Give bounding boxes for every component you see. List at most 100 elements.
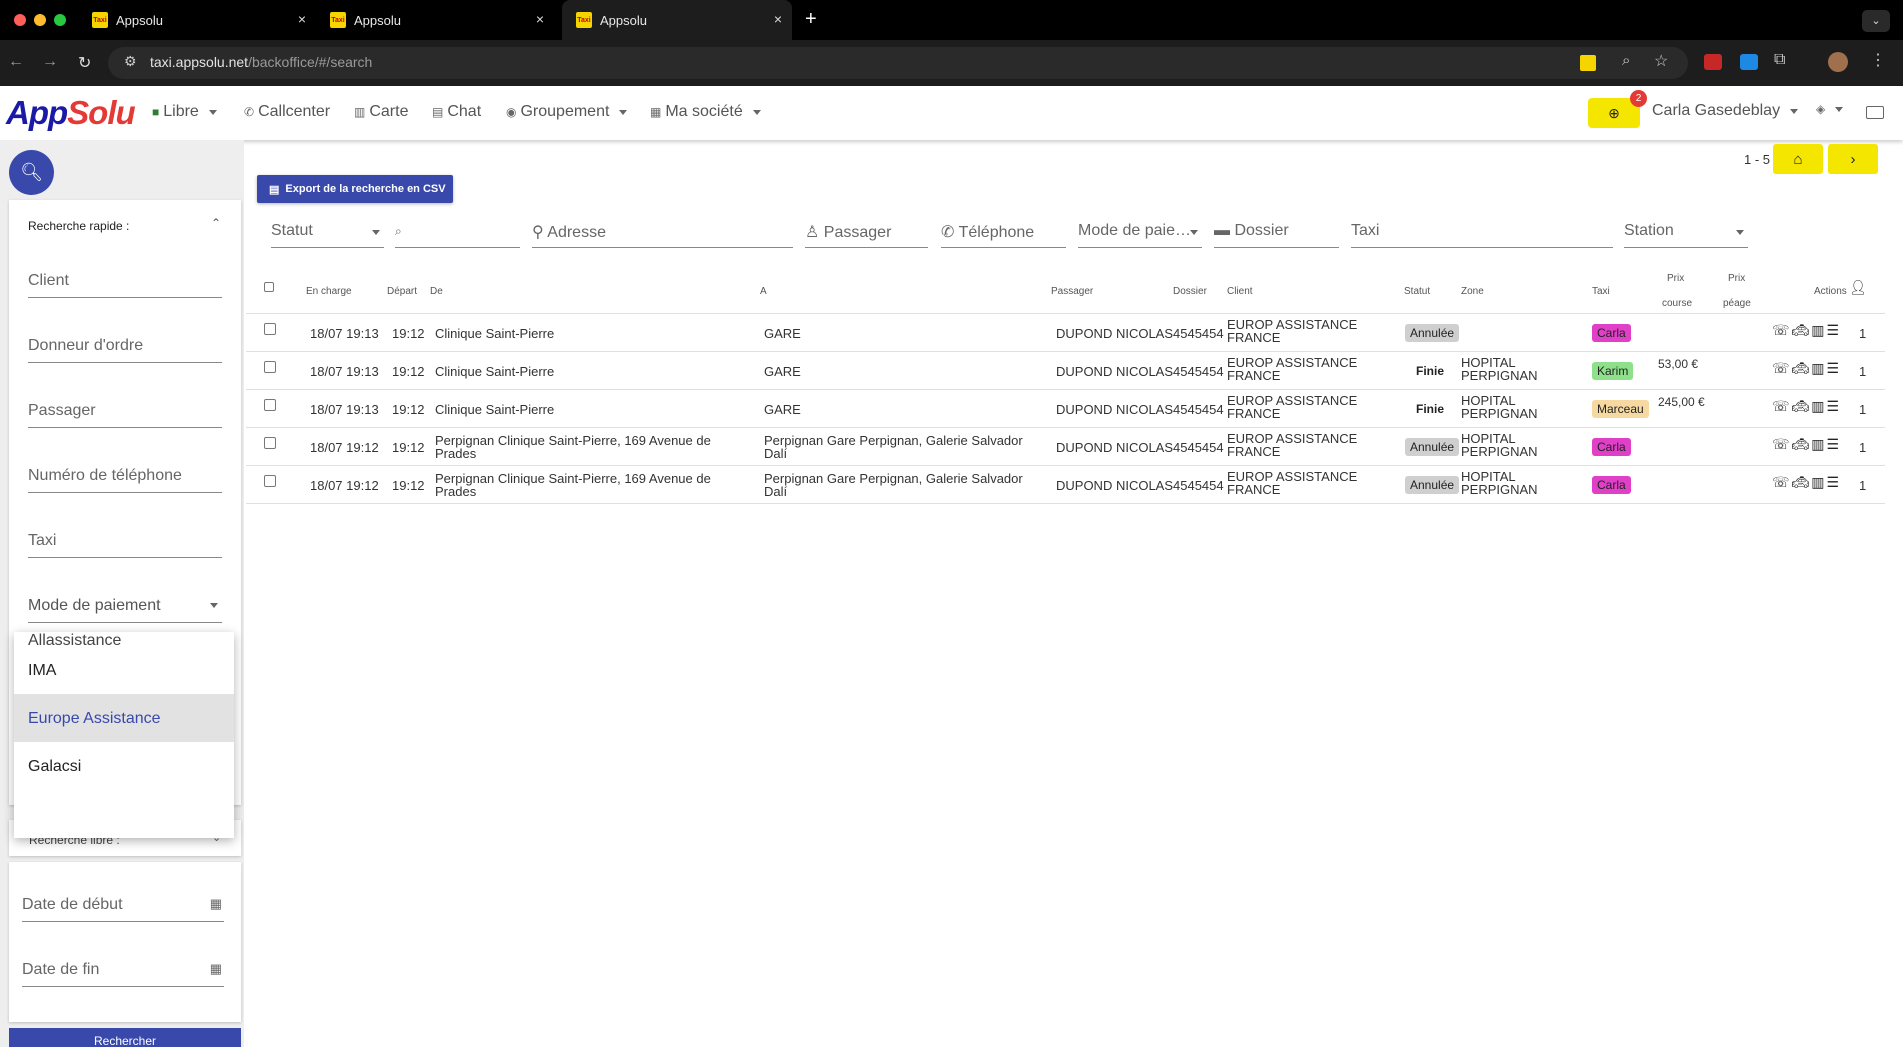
extension-taxi-icon[interactable]	[1580, 55, 1596, 71]
taxi-car-icon[interactable]: 🚕︎	[1792, 436, 1812, 452]
taxi-car-icon[interactable]: 🚕︎	[1792, 474, 1812, 490]
filter-dossier[interactable]: ▬ Dossier	[1214, 216, 1339, 248]
menu-carte[interactable]: ▥ Carte	[354, 103, 408, 121]
col-de[interactable]: De	[430, 286, 443, 297]
passager-field[interactable]: Passager	[28, 392, 222, 428]
map-icon[interactable]: ▥	[1811, 322, 1826, 338]
site-settings-icon[interactable]: ⚙	[124, 53, 137, 70]
extensions-puzzle-icon[interactable]: ⧉	[1774, 51, 1785, 69]
details-list-icon[interactable]: ☰	[1827, 398, 1842, 414]
client-field[interactable]: Client	[28, 262, 222, 298]
browser-tab[interactable]: Taxi Appsolu ×	[78, 0, 316, 40]
search-fab-button[interactable]: 🔍︎	[9, 150, 54, 195]
calendar-icon[interactable]: ▦	[210, 896, 222, 912]
export-csv-button[interactable]: ▤ Export de la recherche en CSV	[257, 175, 453, 203]
zoom-icon[interactable]: ⌕	[1622, 52, 1630, 69]
col-passager[interactable]: Passager	[1051, 286, 1093, 297]
filter-passager[interactable]: ♙ Passager	[805, 216, 928, 248]
row-checkbox[interactable]	[264, 437, 276, 449]
col-zone[interactable]: Zone	[1461, 286, 1484, 297]
extension-red-icon[interactable]	[1704, 54, 1722, 70]
taxi-car-icon[interactable]: 🚕︎	[1792, 360, 1812, 376]
filter-telephone[interactable]: ✆ Téléphone	[941, 216, 1066, 248]
taxi-car-icon[interactable]: 🚕︎	[1792, 322, 1812, 338]
minimize-window-icon[interactable]	[34, 14, 46, 26]
menu-callcenter[interactable]: ✆ Callcenter	[244, 103, 330, 121]
filter-station[interactable]: Station	[1624, 216, 1748, 248]
col-depart[interactable]: Départ	[387, 286, 417, 297]
map-icon[interactable]: ▥	[1811, 474, 1826, 490]
row-checkbox[interactable]	[264, 323, 276, 335]
mode-paiement-select[interactable]: Mode de paiement	[28, 587, 222, 623]
map-icon[interactable]: ▥	[1811, 360, 1826, 376]
close-tab-icon[interactable]: ×	[774, 11, 782, 27]
taxi-badge[interactable]: Marceau	[1592, 400, 1649, 418]
calendar-icon[interactable]: ▦	[210, 961, 222, 977]
row-checkbox[interactable]	[264, 399, 276, 411]
col-prix-course-1[interactable]: Prix	[1667, 273, 1684, 284]
phone-call-icon[interactable]: ☏	[1772, 322, 1792, 338]
home-page-button[interactable]: ⌂	[1773, 144, 1823, 174]
filter-taxi[interactable]: Taxi	[1351, 216, 1613, 248]
taxi-badge[interactable]: Carla	[1592, 476, 1631, 494]
filter-mode-paiement[interactable]: Mode de paie…	[1078, 216, 1202, 248]
col-prix-course-2[interactable]: course	[1662, 298, 1692, 309]
close-tab-icon[interactable]: ×	[298, 11, 306, 27]
phone-call-icon[interactable]: ☏	[1772, 474, 1792, 490]
date-fin-field[interactable]: Date de fin ▦	[22, 951, 224, 987]
maximize-window-icon[interactable]	[54, 14, 66, 26]
user-menu[interactable]: Carla Gasedeblay	[1652, 102, 1799, 120]
select-all-checkbox[interactable]	[264, 282, 274, 292]
col-client[interactable]: Client	[1227, 286, 1253, 297]
chevron-up-icon[interactable]: ⌃	[211, 216, 221, 230]
menu-groupement[interactable]: ◉ Groupement	[506, 103, 628, 121]
col-prix-peage-1[interactable]: Prix	[1728, 273, 1745, 284]
close-tab-icon[interactable]: ×	[536, 11, 544, 27]
menu-ma-societe[interactable]: ▦ Ma société	[650, 103, 761, 121]
taxi-badge[interactable]: Carla	[1592, 324, 1631, 342]
filter-statut[interactable]: Statut	[271, 216, 384, 248]
taxi-car-icon[interactable]: 🚕︎	[1792, 398, 1812, 414]
dropdown-option-ima[interactable]: IMA	[14, 646, 234, 694]
filter-adresse[interactable]: ⚲ Adresse	[532, 216, 793, 248]
translate-icon[interactable]	[1740, 54, 1758, 70]
close-window-icon[interactable]	[14, 14, 26, 26]
donneur-ordre-field[interactable]: Donneur d'ordre	[28, 327, 222, 363]
details-list-icon[interactable]: ☰	[1827, 474, 1842, 490]
col-prix-peage-2[interactable]: péage	[1723, 298, 1751, 309]
details-list-icon[interactable]: ☰	[1827, 322, 1842, 338]
col-dossier[interactable]: Dossier	[1173, 286, 1207, 297]
person-icon[interactable]: 👤︎	[1849, 279, 1867, 296]
map-icon[interactable]: ▥	[1811, 436, 1826, 452]
browser-tab[interactable]: Taxi Appsolu ×	[316, 0, 554, 40]
theme-menu[interactable]: ◈	[1816, 102, 1844, 116]
phone-call-icon[interactable]: ☏	[1772, 398, 1792, 414]
taxi-badge[interactable]: Karim	[1592, 362, 1634, 380]
back-icon[interactable]: ←	[8, 53, 24, 71]
row-checkbox[interactable]	[264, 361, 276, 373]
taxi-field[interactable]: Taxi	[28, 522, 222, 558]
appsolu-logo[interactable]: AppSolu	[6, 94, 136, 132]
col-statut[interactable]: Statut	[1404, 286, 1430, 297]
next-page-button[interactable]: ›	[1828, 144, 1878, 174]
profile-avatar[interactable]	[1828, 52, 1848, 72]
browser-menu-icon[interactable]: ⋮	[1870, 50, 1886, 70]
rechercher-button[interactable]: Rechercher	[9, 1028, 241, 1047]
taxi-badge[interactable]: Carla	[1592, 438, 1631, 456]
menu-libre[interactable]: ■ Libre	[152, 103, 217, 121]
row-checkbox[interactable]	[264, 475, 276, 487]
map-icon[interactable]: ▥	[1811, 398, 1826, 414]
tab-search-icon[interactable]: ⌄	[1862, 10, 1890, 32]
url-text[interactable]: taxi.appsolu.net/backoffice/#/search	[150, 54, 372, 70]
col-taxi[interactable]: Taxi	[1592, 286, 1610, 297]
col-a[interactable]: A	[760, 286, 767, 297]
menu-chat[interactable]: ▤ Chat	[432, 103, 481, 121]
keyboard-icon[interactable]	[1866, 106, 1884, 119]
telephone-field[interactable]: Numéro de téléphone	[28, 457, 222, 493]
forward-icon[interactable]: →	[42, 53, 58, 71]
reload-icon[interactable]: ↻	[78, 53, 91, 73]
details-list-icon[interactable]: ☰	[1827, 360, 1842, 376]
dropdown-option-galacsi[interactable]: Galacsi	[14, 742, 234, 790]
phone-call-icon[interactable]: ☏	[1772, 360, 1792, 376]
phone-call-icon[interactable]: ☏	[1772, 436, 1792, 452]
